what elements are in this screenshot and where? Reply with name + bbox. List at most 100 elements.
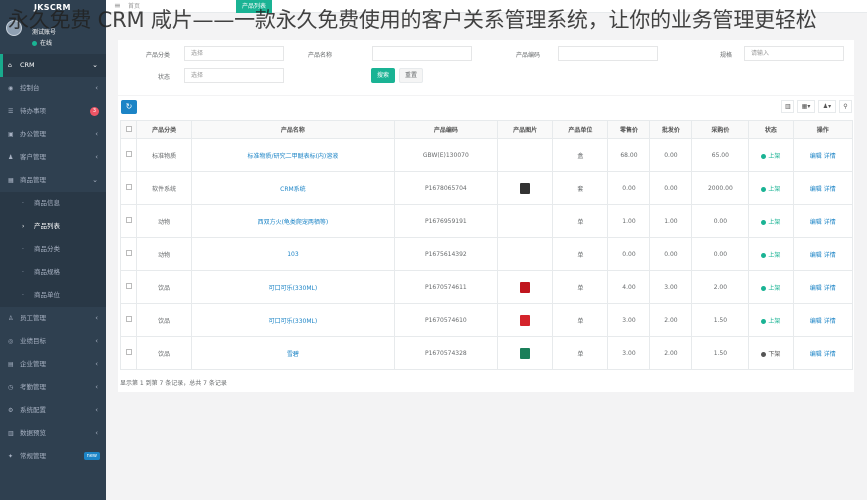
row-actions-link[interactable]: 编辑 详情: [810, 186, 836, 193]
product-category-cell: 软件系统: [135, 171, 193, 205]
row-actions-link-cell: 编辑 详情: [792, 303, 854, 337]
column-header[interactable]: 产品编码: [393, 120, 499, 139]
retail-price: 3.00: [622, 349, 636, 357]
refresh-icon[interactable]: ↻: [121, 100, 137, 114]
reset-button[interactable]: 重置: [399, 68, 423, 83]
product-thumbnail[interactable]: [520, 314, 531, 326]
sidebar-item-8[interactable]: · 商品分类: [0, 238, 106, 261]
row-checkbox-cell: [120, 204, 137, 238]
product-name-link[interactable]: 可口可乐(330ML): [269, 318, 318, 325]
column-header[interactable]: 产品名称: [191, 120, 395, 139]
product-category-cell: 饮品: [135, 336, 193, 370]
product-unit-cell: 单: [552, 303, 609, 337]
status-dot-icon: [761, 219, 767, 225]
row-checkbox[interactable]: [125, 250, 132, 256]
sidebar-item-12[interactable]: ◎ 业绩目标 ‹: [0, 330, 106, 353]
sidebar-item-3[interactable]: ▣ 办公管理 ‹: [0, 123, 106, 146]
product-name-link[interactable]: 标准物质/研究二甲醚表标(内)溶液: [248, 153, 339, 160]
row-checkbox[interactable]: [125, 184, 132, 190]
select-all-checkbox[interactable]: [120, 120, 137, 139]
spec-input[interactable]: 请输入: [744, 46, 844, 61]
sidebar-item-10[interactable]: · 商品单位: [0, 284, 106, 307]
product-name-link[interactable]: 雪碧: [287, 351, 299, 358]
status-badge: 下架: [768, 350, 781, 358]
code-input[interactable]: [558, 46, 658, 61]
product-name-link[interactable]: 西双方火(龟类爬宠两栖等): [258, 219, 329, 226]
columns-icon[interactable]: ▥: [781, 100, 794, 113]
row-checkbox[interactable]: [125, 151, 132, 157]
product-thumbnail[interactable]: [520, 182, 531, 194]
column-header[interactable]: 产品图片: [497, 120, 554, 139]
column-header[interactable]: 状态: [748, 120, 794, 139]
row-actions-link[interactable]: 编辑 详情: [810, 153, 836, 160]
table-row[interactable]: 动物 103 P1675614392 单 0.00 0.00 0.00 上架 编辑 详情: [120, 237, 854, 271]
purchase-price: 2.00: [713, 283, 728, 291]
retail-price-cell: 4.00: [607, 270, 651, 304]
table-row[interactable]: 软件系统 CRM系统 P1678065704 套 0.00 0.00 2000.00 上架 编辑…: [120, 171, 854, 205]
table-row[interactable]: 饮品 雪碧 P1670574328 单 3.00 2.00 1.50 下架 编辑 详情: [120, 336, 854, 370]
product-category: 标准物质: [152, 152, 177, 160]
row-checkbox-cell: [120, 336, 137, 370]
product-unit-cell: 盒: [552, 138, 609, 172]
row-actions-link[interactable]: 编辑 详情: [810, 318, 836, 325]
column-header[interactable]: 零售价: [607, 120, 651, 139]
column-header[interactable]: 操作: [792, 120, 854, 139]
export-icon[interactable]: ▦▾: [797, 100, 815, 113]
sidebar-item-label: 商品管理: [20, 176, 46, 184]
product-category: 饮品: [158, 317, 171, 325]
row-actions-link[interactable]: 编辑 详情: [810, 219, 836, 226]
sidebar-item-7[interactable]: › 产品列表: [0, 215, 106, 238]
sidebar-item-13[interactable]: ▤ 企业管理 ‹: [0, 353, 106, 376]
sidebar-item-6[interactable]: · 商品信息: [0, 192, 106, 215]
product-name-link[interactable]: 103: [287, 251, 298, 258]
name-input[interactable]: [372, 46, 472, 61]
row-checkbox-cell: [120, 270, 137, 304]
status-cell: 上架: [748, 138, 794, 172]
product-table: 产品分类 产品名称 产品编码 产品图片 产品单位 零售价 批发价 采购价 状态 操作 标准物质 标准…: [120, 120, 854, 370]
checkbox-icon[interactable]: [125, 125, 132, 132]
column-header[interactable]: 产品分类: [135, 120, 193, 139]
sidebar-item-15[interactable]: ⚙ 系统配置 ‹: [0, 399, 106, 422]
row-checkbox[interactable]: [125, 316, 132, 322]
user-filter-icon[interactable]: ♟▾: [818, 100, 836, 113]
table-row[interactable]: 动物 西双方火(龟类爬宠两栖等) P1676959191 单 1.00 1.00 0.00 上…: [120, 204, 854, 238]
product-unit-cell: 单: [552, 204, 609, 238]
product-code-cell: P1670574610: [393, 303, 499, 337]
category-select[interactable]: 选择: [184, 46, 284, 61]
product-image-cell: [497, 270, 554, 304]
product-name-link[interactable]: 可口可乐(330ML): [269, 285, 318, 292]
sidebar-item-14[interactable]: ◷ 考勤管理 ‹: [0, 376, 106, 399]
retail-price-cell: 1.00: [607, 204, 651, 238]
name-label: 产品名称: [308, 52, 333, 59]
sidebar-item-1[interactable]: ◉ 控制台 ‹: [0, 77, 106, 100]
bullet-icon: ·: [22, 200, 24, 207]
product-name-link-cell: 标准物质/研究二甲醚表标(内)溶液: [191, 138, 395, 172]
row-checkbox-cell: [120, 138, 137, 172]
sidebar-item-0[interactable]: ⌂ CRM ⌄: [0, 54, 106, 77]
column-header[interactable]: 批发价: [649, 120, 693, 139]
sidebar-item-5[interactable]: ▦ 商品管理 ⌄: [0, 169, 106, 192]
sidebar-item-16[interactable]: ▥ 数据预览 ‹: [0, 422, 106, 445]
table-row[interactable]: 标准物质 标准物质/研究二甲醚表标(内)溶液 GBW(E)130070 盒 68.00 0…: [120, 138, 854, 172]
row-checkbox[interactable]: [125, 349, 132, 355]
column-header[interactable]: 产品单位: [552, 120, 609, 139]
table-row[interactable]: 饮品 可口可乐(330ML) P1670574610 单 3.00 2.00 1.50 上架 编…: [120, 303, 854, 337]
row-checkbox[interactable]: [125, 217, 132, 223]
row-checkbox[interactable]: [125, 283, 132, 289]
row-actions-link[interactable]: 编辑 详情: [810, 285, 836, 292]
product-thumbnail[interactable]: [520, 347, 531, 359]
table-row[interactable]: 饮品 可口可乐(330ML) P1670574611 单 4.00 3.00 2.00 上架 编…: [120, 270, 854, 304]
sidebar-item-4[interactable]: ♟ 客户管理 ‹: [0, 146, 106, 169]
sidebar-item-2[interactable]: ☰ 待办事项 3: [0, 100, 106, 123]
status-select[interactable]: 选择: [184, 68, 284, 83]
row-actions-link[interactable]: 编辑 详情: [810, 351, 836, 358]
search-toggle-icon[interactable]: ⚲: [839, 100, 852, 113]
sidebar-item-17[interactable]: ✦ 常规管理 new: [0, 445, 106, 468]
column-header[interactable]: 采购价: [691, 120, 750, 139]
sidebar-item-11[interactable]: ♙ 员工管理 ‹: [0, 307, 106, 330]
row-actions-link[interactable]: 编辑 详情: [810, 252, 836, 259]
sidebar-item-9[interactable]: · 商品规格: [0, 261, 106, 284]
product-name-link[interactable]: CRM系统: [280, 186, 306, 193]
search-button[interactable]: 搜索: [371, 68, 395, 83]
product-thumbnail[interactable]: [520, 281, 531, 293]
